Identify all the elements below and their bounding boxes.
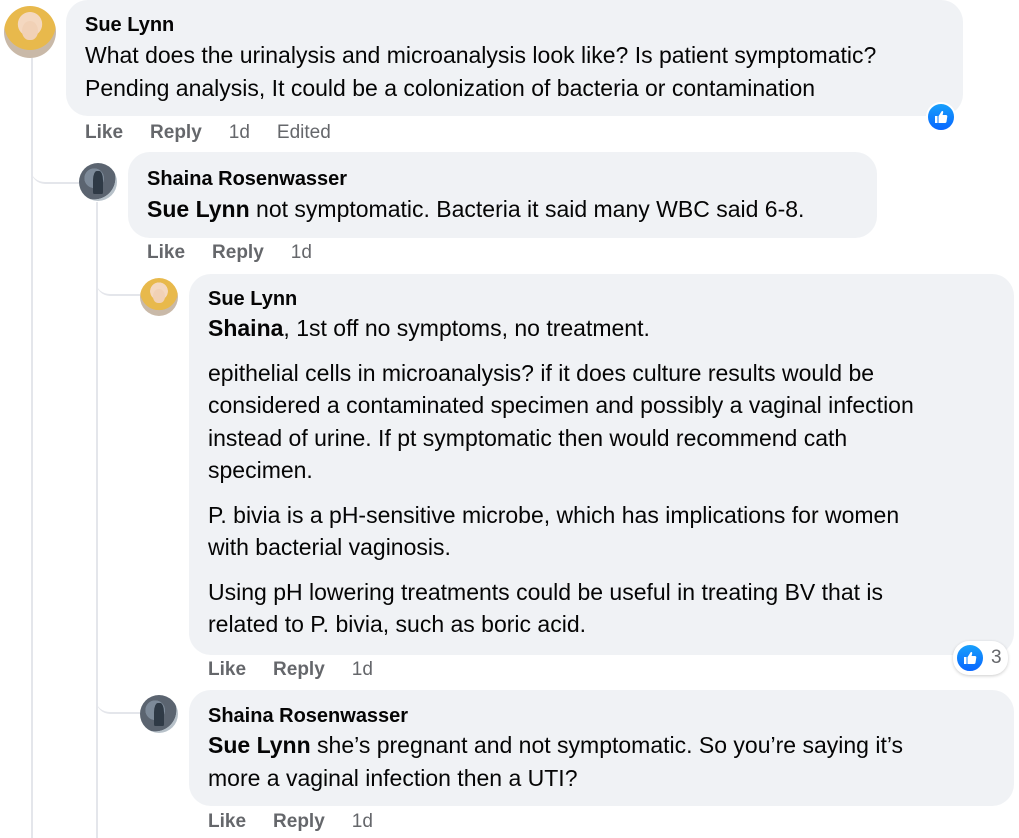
comment-line: epithelial cells in microanalysis? if it…	[208, 359, 875, 386]
comment-line: considered a contaminated specimen and p…	[208, 392, 914, 418]
mention-link[interactable]: Sue Lynn	[208, 732, 311, 758]
comment-actions: Like Reply 1d Edited	[85, 122, 331, 144]
comment-timestamp[interactable]: 1d	[229, 122, 250, 144]
thumbs-up-icon	[964, 652, 977, 664]
like-reaction-icon	[955, 643, 985, 673]
comment-author[interactable]: Shaina Rosenwasser	[208, 705, 408, 728]
avatar[interactable]	[4, 6, 56, 58]
like-button[interactable]: Like	[208, 811, 246, 833]
comment-text: Sue Lynn she’s pregnant and not symptoma…	[208, 729, 998, 794]
thread-line-reply	[96, 202, 98, 838]
thumbs-up-icon	[935, 111, 948, 123]
comment-timestamp[interactable]: 1d	[352, 811, 373, 833]
thread-connector-2	[96, 270, 140, 296]
comment-author[interactable]: Shaina Rosenwasser	[147, 168, 347, 191]
reply-button[interactable]: Reply	[150, 122, 202, 144]
comment-actions: Like Reply 1d	[208, 811, 373, 833]
comment-line: Using pH lowering treatments could be us…	[208, 578, 884, 605]
comment-line: specimen.	[208, 457, 313, 483]
comment-text: Sue Lynn not symptomatic. Bacteria it sa…	[147, 193, 867, 226]
comment-line: more a vaginal infection then a UTI?	[208, 764, 578, 791]
avatar[interactable]	[79, 163, 117, 201]
comment-actions: Like Reply 1d	[147, 242, 312, 264]
like-button[interactable]: Like	[208, 659, 246, 681]
comment-line: P. bivia is a pH-sensitive microbe, whic…	[208, 501, 900, 528]
reply-button[interactable]: Reply	[212, 242, 264, 264]
comment-actions: Like Reply 1d	[208, 659, 373, 681]
mention-link[interactable]: Sue Lynn	[147, 196, 250, 222]
reaction-summary[interactable]: 3	[953, 641, 1008, 675]
comment-line: Pending analysis, It could be a coloniza…	[85, 74, 816, 101]
comment-text: What does the urinalysis and microanalys…	[85, 39, 955, 104]
comment-text: Shaina, 1st off no symptoms, no treatmen…	[208, 312, 998, 641]
comment-timestamp[interactable]: 1d	[352, 659, 373, 681]
edited-label: Edited	[276, 122, 331, 143]
thread-connector-3	[96, 680, 140, 714]
comment-line: with bacterial vaginosis.	[208, 534, 451, 560]
like-reaction-icon[interactable]	[926, 102, 956, 132]
mention-link[interactable]: Shaina	[208, 315, 283, 341]
comment-author[interactable]: Sue Lynn	[85, 14, 174, 37]
reaction-count: 3	[991, 647, 1002, 668]
comment-line: What does the urinalysis and microanalys…	[85, 42, 877, 68]
like-button[interactable]: Like	[85, 122, 123, 144]
reply-button[interactable]: Reply	[273, 811, 325, 833]
like-button[interactable]: Like	[147, 242, 185, 264]
comment-line: not symptomatic. Bacteria it said many W…	[249, 196, 805, 222]
comment-author[interactable]: Sue Lynn	[208, 288, 297, 311]
thread-connector-1	[31, 150, 79, 184]
comment-timestamp[interactable]: 1d	[291, 242, 312, 264]
comment-line: , 1st off no symptoms, no treatment.	[283, 315, 650, 341]
avatar[interactable]	[140, 278, 178, 316]
reply-button[interactable]: Reply	[273, 659, 325, 681]
comment-line: related to P. bivia, such as boric acid.	[208, 611, 587, 637]
comment-line: instead of urine. If pt symptomatic then…	[208, 424, 848, 451]
avatar[interactable]	[140, 695, 178, 733]
comment-line: she’s pregnant and not symptomatic. So y…	[310, 732, 904, 758]
